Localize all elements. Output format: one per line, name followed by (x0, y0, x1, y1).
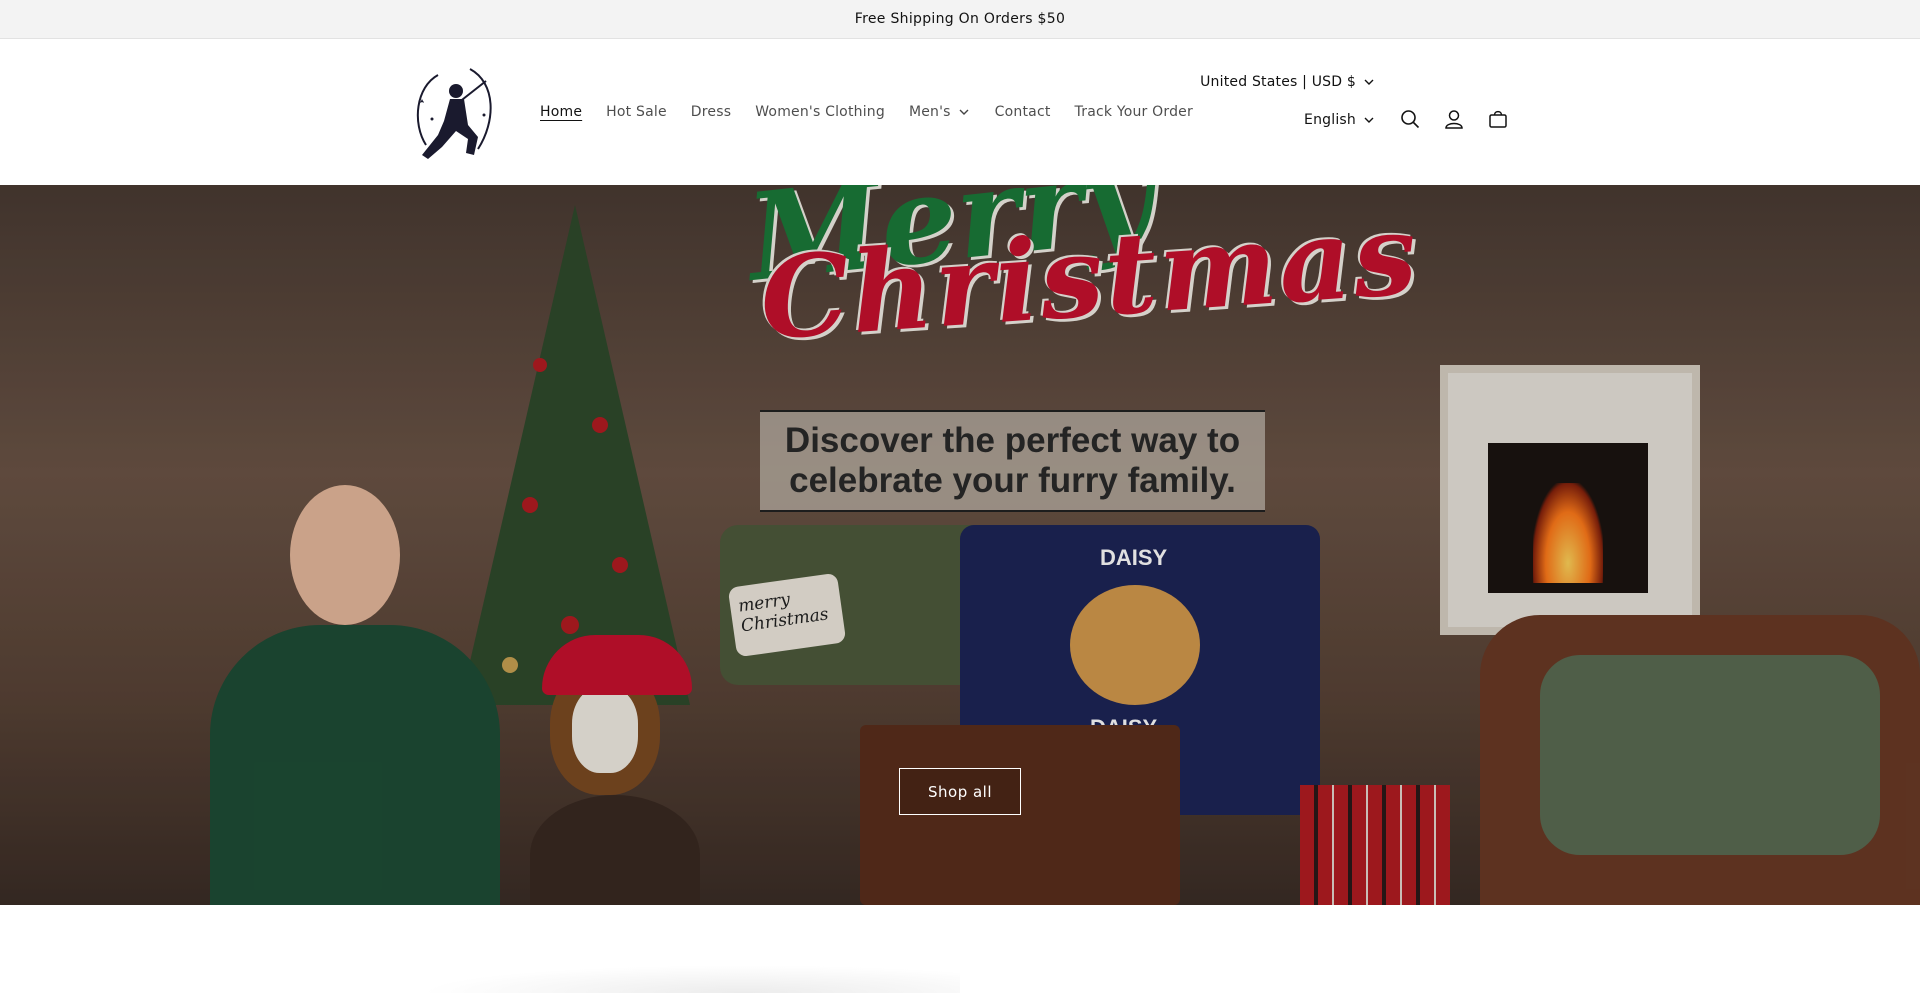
nav-hot-sale[interactable]: Hot Sale (606, 104, 667, 120)
next-section (0, 905, 1920, 993)
hero-banner: DAISY DAISY merry Christmas Merry Christ… (0, 185, 1920, 905)
country-currency-selector[interactable]: United States | USD $ (1200, 63, 1376, 101)
language-selector[interactable]: English (1200, 101, 1376, 139)
main-nav: Home Hot Sale Dress Women's Clothing Men… (540, 39, 1217, 185)
account-icon (1445, 110, 1463, 129)
language-label: English (1304, 112, 1356, 128)
chevron-down-icon (959, 109, 969, 115)
cart-icon (1489, 110, 1507, 128)
header-icons (1388, 97, 1520, 141)
localization-selectors: United States | USD $ English (1200, 63, 1376, 139)
shop-all-label: Shop all (927, 782, 993, 801)
section-image-edge (420, 965, 960, 993)
nav-dress[interactable]: Dress (691, 104, 731, 120)
nav-womens-clothing[interactable]: Women's Clothing (755, 104, 885, 120)
site-header: Home Hot Sale Dress Women's Clothing Men… (0, 39, 1920, 185)
search-button[interactable] (1388, 97, 1432, 141)
nav-mens[interactable]: Men's (909, 104, 971, 120)
shop-all-button[interactable]: Shop all (899, 768, 1021, 815)
nav-home[interactable]: Home (540, 104, 582, 120)
announcement-text: Free Shipping On Orders $50 (854, 11, 1066, 27)
announcement-bar: Free Shipping On Orders $50 (0, 0, 1920, 39)
account-button[interactable] (1432, 97, 1476, 141)
chevron-down-icon (1364, 79, 1374, 85)
nav-track-order[interactable]: Track Your Order (1075, 104, 1193, 120)
cart-button[interactable] (1476, 97, 1520, 141)
nav-contact[interactable]: Contact (995, 104, 1051, 120)
brand-logo[interactable] (408, 63, 498, 165)
chevron-down-icon (1364, 117, 1374, 123)
search-icon (1401, 110, 1420, 129)
country-currency-label: United States | USD $ (1200, 74, 1356, 90)
nav-mens-label: Men's (908, 104, 951, 120)
